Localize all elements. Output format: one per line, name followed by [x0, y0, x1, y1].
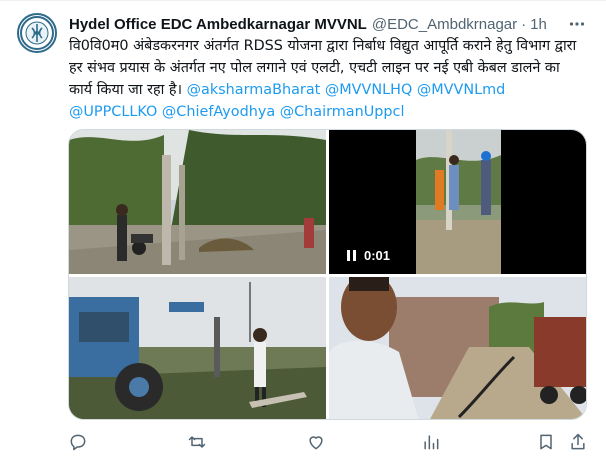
tweet-card[interactable]: Hydel Office EDC Ambedkarnagar MVVNL @ED…: [0, 0, 606, 464]
share-icon: [571, 433, 585, 450]
tweet-header: Hydel Office EDC Ambedkarnagar MVVNL @ED…: [69, 13, 588, 35]
pause-icon[interactable]: [347, 249, 356, 261]
photo-roadside-pole: [69, 130, 326, 274]
share-button[interactable]: [568, 428, 588, 456]
bookmark-icon: [540, 434, 552, 450]
photo-selfie-road: [329, 277, 586, 419]
views-button[interactable]: [421, 428, 441, 456]
media-video[interactable]: 0:01: [329, 130, 586, 274]
media-photo-3[interactable]: [69, 277, 326, 419]
logo-icon: [20, 16, 54, 50]
video-timestamp: 0:01: [364, 247, 391, 263]
tweet-actions: [68, 428, 588, 456]
video-badge[interactable]: 0:01: [347, 244, 390, 266]
avatar[interactable]: [17, 13, 57, 53]
separator: ·: [521, 15, 527, 33]
more-icon: [569, 22, 585, 26]
views-icon: [424, 435, 439, 450]
author-name[interactable]: Hydel Office EDC Ambedkarnagar MVVNL: [69, 16, 367, 33]
tweet-text: वि0वि0म0 अंबेडकरनगर अंतर्गत RDSS योजना द…: [69, 35, 581, 123]
author-handle[interactable]: @EDC_Ambdkrnagar: [372, 16, 517, 33]
reply-icon: [70, 434, 86, 451]
retweet-icon: [188, 436, 206, 448]
media-photo-4[interactable]: [329, 277, 586, 419]
media-grid: 0:01: [68, 129, 587, 420]
photo-tractor: [69, 277, 326, 419]
tweet-time[interactable]: 1h: [530, 16, 547, 33]
reply-button[interactable]: [68, 428, 88, 456]
like-icon: [309, 436, 323, 450]
retweet-button[interactable]: [187, 428, 207, 456]
more-options-button[interactable]: [566, 13, 588, 35]
media-photo-1[interactable]: [69, 130, 326, 274]
bookmark-button[interactable]: [536, 428, 556, 456]
like-button[interactable]: [306, 428, 326, 456]
